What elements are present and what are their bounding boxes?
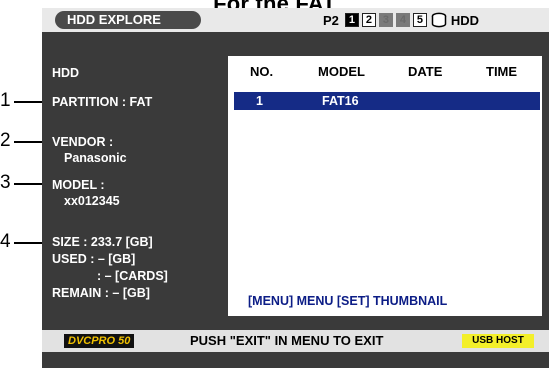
- key-hint: [MENU] MENU [SET] THUMBNAIL: [248, 294, 448, 308]
- top-bar: HDD EXPLORE P2 1 2 3 4 5 HDD: [42, 8, 549, 32]
- hdd-icon: [431, 12, 447, 28]
- slot-2-indicator: 2: [361, 13, 376, 27]
- row-model: FAT16: [322, 94, 359, 108]
- usb-host-badge: USB HOST: [462, 334, 534, 348]
- model-label: MODEL :: [52, 178, 105, 192]
- remain-info: REMAIN : – [GB]: [52, 286, 150, 300]
- callout-1: 1: [0, 90, 11, 111]
- slot-4-indicator: 4: [395, 13, 410, 27]
- p2-label: P2: [323, 12, 339, 28]
- col-header-time: TIME: [486, 64, 518, 79]
- hdd-explore-screen: HDD EXPLORE P2 1 2 3 4 5 HDD HDD PARTITI…: [42, 8, 549, 368]
- exit-message: PUSH "EXIT" IN MENU TO EXIT: [190, 333, 384, 348]
- hdd-heading: HDD: [52, 66, 80, 80]
- slot-5-indicator: 5: [412, 13, 427, 27]
- col-header-no: NO.: [250, 64, 274, 79]
- vendor-label: VENDOR :: [52, 135, 114, 149]
- callout-4: 4: [0, 231, 11, 252]
- callout-3: 3: [0, 172, 11, 193]
- partition-list-panel: NO. MODEL DATE TIME 1 FAT16 [MENU] MENU …: [228, 56, 542, 316]
- dvcpro-logo: DVCPRO 50: [64, 334, 135, 348]
- bottom-bar: DVCPRO 50 PUSH "EXIT" IN MENU TO EXIT US…: [42, 330, 549, 352]
- row-no: 1: [256, 94, 263, 108]
- callout-2: 2: [0, 130, 11, 151]
- cards-info: : – [CARDS]: [97, 269, 168, 283]
- status-indicators: P2 1 2 3 4 5 HDD: [323, 11, 479, 29]
- screen-title: HDD EXPLORE: [55, 11, 201, 29]
- used-info: USED : – [GB]: [52, 252, 136, 266]
- vendor-value: Panasonic: [64, 151, 127, 165]
- table-row[interactable]: 1 FAT16: [234, 92, 540, 110]
- partition-info: PARTITION : FAT: [52, 95, 153, 109]
- size-info: SIZE : 233.7 [GB]: [52, 235, 153, 249]
- slot-1-indicator: 1: [344, 13, 359, 27]
- model-value: xx012345: [64, 194, 120, 208]
- slot-3-indicator: 3: [378, 13, 393, 27]
- col-header-date: DATE: [408, 64, 443, 79]
- device-label: HDD: [450, 12, 480, 28]
- col-header-model: MODEL: [318, 64, 365, 79]
